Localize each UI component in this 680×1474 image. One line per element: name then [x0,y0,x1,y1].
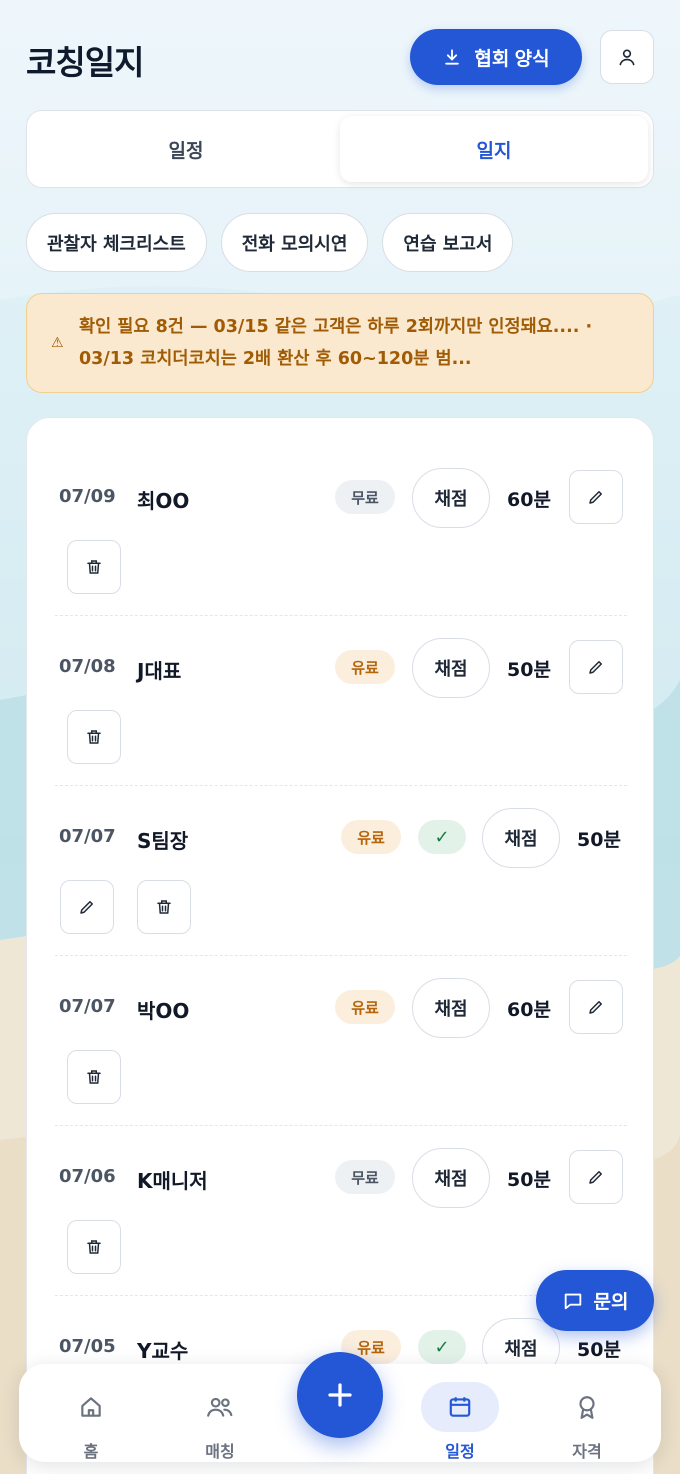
delete-button[interactable] [137,880,191,934]
calendar-icon [449,1397,471,1417]
grade-button[interactable]: 채점 [482,808,560,868]
page-title: 코칭일지 [26,43,144,82]
tool-chips: 관찰자 체크리스트 전화 모의시연 연습 보고서 [26,213,514,272]
nav-certification-label: 자격 [572,1442,602,1461]
chip-phone-demo[interactable]: 전화 모의시연 [220,213,369,272]
entry-client: 박OO [137,999,190,1023]
trash-icon [87,1240,101,1254]
nav-schedule[interactable]: 일정 [405,1364,515,1462]
verified-check-badge: ✓ [418,820,466,854]
grade-button[interactable]: 채점 [412,1148,490,1208]
edit-button[interactable] [569,470,623,524]
delete-button[interactable] [67,540,121,594]
nav-schedule-label: 일정 [445,1442,475,1461]
tab-journal[interactable]: 일지 [340,116,648,182]
trash-icon [87,730,101,744]
fee-badge: 무료 [335,1160,395,1194]
entry-client: K매니저 [137,1169,208,1193]
app-header: 코칭일지 협회 양식 [26,26,654,86]
trash-icon [157,900,171,914]
entry-client: S팀장 [137,829,189,853]
edit-button[interactable] [60,880,114,934]
chat-icon [564,1293,581,1309]
view-segmented-control: 일정 일지 [26,110,654,188]
tab-schedule[interactable]: 일정 [32,116,340,182]
entry-date: 07/05 [59,1336,116,1357]
entry-duration: 50분 [577,829,621,851]
award-icon [579,1396,595,1419]
entry-duration: 60분 [507,489,551,511]
edit-button[interactable] [569,1150,623,1204]
edit-button[interactable] [569,640,623,694]
delete-button[interactable] [67,1050,121,1104]
home-icon [81,1397,101,1417]
verified-check-badge: ✓ [418,1330,466,1364]
inquiry-button[interactable]: 문의 [536,1270,654,1331]
nav-certification[interactable]: 자격 [532,1364,642,1462]
entry-client: Y교수 [137,1339,189,1363]
fee-badge: 유료 [341,820,401,854]
entry-duration: 50분 [507,1169,551,1191]
nav-matching[interactable]: 매칭 [165,1364,275,1462]
entry-client: J대표 [137,659,182,683]
trash-icon [87,560,101,574]
entry-date: 07/07 [59,996,116,1017]
chip-practice-report[interactable]: 연습 보고서 [382,213,514,272]
fee-badge: 무료 [335,480,395,514]
journal-row[interactable]: 07/08 J대표 유료 채점 50분 [27,616,653,786]
download-icon [445,49,460,65]
nav-home-label: 홈 [83,1442,99,1461]
chip-observer-checklist[interactable]: 관찰자 체크리스트 [26,213,207,272]
entry-duration: 50분 [507,659,551,681]
grade-button[interactable]: 채점 [412,978,490,1038]
fee-badge: 유료 [335,650,395,684]
user-icon [619,49,635,66]
plus-icon [328,1383,352,1407]
entry-date: 07/09 [59,486,116,507]
nav-home[interactable]: 홈 [36,1364,146,1462]
entry-client: 최OO [137,489,190,513]
entry-duration: 60분 [507,999,551,1021]
grade-button[interactable]: 채점 [412,468,490,528]
warning-line-1: 확인 필요 8건 — 03/15 같은 고객은 하루 2회까지만 인정돼요...… [79,317,593,337]
grade-button[interactable]: 채점 [412,638,490,698]
journal-row[interactable]: 07/09 최OO 무료 채점 60분 [27,446,653,616]
inquiry-label: 문의 [593,1291,629,1313]
pencil-icon [80,901,93,914]
download-form-button[interactable]: 협회 양식 [410,29,582,85]
journal-row[interactable]: 07/07 박OO 유료 채점 60분 [27,956,653,1126]
entry-date: 07/08 [59,656,116,677]
journal-row[interactable]: 07/07 S팀장 유료 ✓ 채점 50분 [27,786,653,956]
warning-icon: ⚠ [51,335,64,351]
edit-button[interactable] [569,980,623,1034]
trash-icon [87,1070,101,1084]
entry-date: 07/06 [59,1166,116,1187]
delete-button[interactable] [67,710,121,764]
profile-button[interactable] [600,30,654,84]
nav-matching-label: 매칭 [205,1442,235,1461]
pencil-icon [589,491,602,504]
download-form-label: 협회 양식 [474,48,550,70]
fee-badge: 유료 [335,990,395,1024]
add-entry-button[interactable] [297,1352,383,1438]
delete-button[interactable] [67,1220,121,1274]
pencil-icon [589,1001,602,1014]
entry-duration: 50분 [577,1339,621,1361]
pencil-icon [589,1171,602,1184]
people-icon [207,1397,233,1417]
entry-date: 07/07 [59,826,116,847]
warning-banner[interactable]: ⚠ 확인 필요 8건 — 03/15 같은 고객은 하루 2회까지만 인정돼요.… [26,293,654,393]
warning-line-2: 03/13 코치더코치는 2배 환산 후 60~120분 범... [79,349,472,369]
pencil-icon [589,661,602,674]
